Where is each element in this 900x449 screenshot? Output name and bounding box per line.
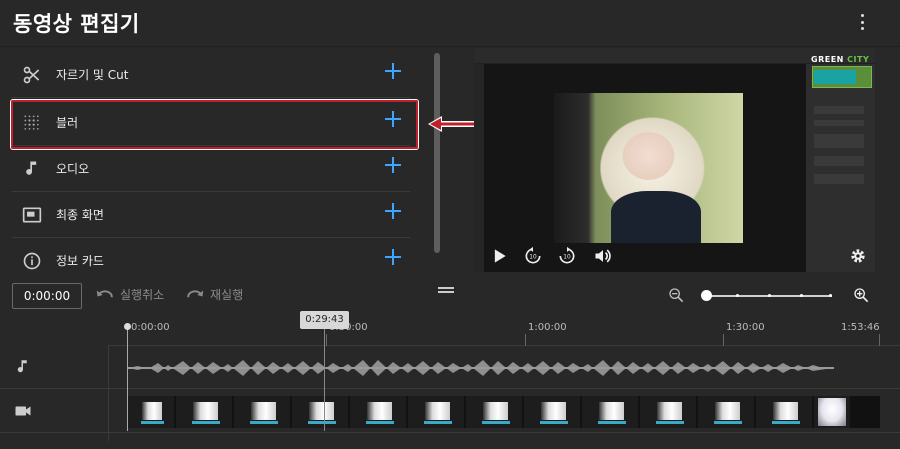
video-thumbnail-strip[interactable] [128,396,880,428]
add-trim-button[interactable] [384,62,402,80]
zoom-in-icon[interactable] [853,287,869,303]
video-preview[interactable]: GREEN CITY 10 10 [474,48,875,272]
playhead[interactable] [124,323,131,431]
pointer-arrow-icon [428,116,476,132]
redo-button[interactable]: 재실행 [186,286,243,303]
video-track-icon [15,406,31,416]
current-time-field[interactable]: 0:00:00 [12,283,82,309]
audio-track-icon [17,360,27,373]
forward-10-icon[interactable]: 10 [557,246,577,266]
editor-header: 동영상 편집기 [0,0,900,47]
tick-label: 1:30:00 [726,322,765,333]
tick-label: 0:00:00 [131,322,170,333]
settings-gear-icon[interactable] [848,246,868,266]
redo-label: 재실행 [210,288,244,302]
volume-icon[interactable] [593,246,613,266]
undo-icon [96,289,113,297]
tool-item-label: 정보 카드 [56,254,104,268]
redo-icon [187,289,204,297]
tool-item-audio[interactable]: 오디오 [12,146,410,192]
tick-label: 1:00:00 [528,322,567,333]
tool-item-trim[interactable]: 자르기 및 Cut [12,52,410,98]
more-dot-icon [860,27,864,30]
rewind-10-icon[interactable]: 10 [523,246,543,266]
add-end-screen-button[interactable] [384,202,402,220]
zoom-slider-track[interactable] [706,294,832,297]
preview-side-tools [474,64,484,272]
brand-logo: GREEN CITY [811,55,870,64]
info-icon [23,252,41,270]
add-info-card-button[interactable] [384,248,402,266]
timeline-ruler[interactable]: 0:00:00 0:30:00 1:00:00 1:30:00 1:53:46 [108,318,900,346]
panel-scrollbar[interactable] [434,53,440,253]
tick-label: 1:53:46 [841,322,880,333]
tool-item-info-cards[interactable]: 정보 카드 [12,238,410,272]
timeline-toolbar: 0:00:00 실행취소 재실행 [0,272,900,318]
timeline[interactable]: 0:00:00 0:30:00 1:00:00 1:30:00 1:53:46 [0,311,900,449]
tool-item-label: 자르기 및 Cut [56,68,129,82]
page-title: 동영상 편집기 [13,12,140,36]
preview-photo [554,93,743,243]
player-controls: 10 10 [474,244,875,272]
audio-waveform[interactable] [128,350,834,386]
svg-text:10: 10 [563,255,571,261]
undo-button[interactable]: 실행취소 [96,286,164,303]
panel-resize-handle[interactable] [438,287,454,293]
play-icon[interactable] [489,246,509,266]
end-screen-icon [22,207,42,223]
more-dot-icon [860,20,864,24]
more-options-button[interactable] [854,12,870,32]
hover-time-line [324,328,325,431]
tool-item-label: 오디오 [56,162,90,176]
music-note-icon [26,161,37,175]
logo-badge [814,70,856,84]
undo-label: 실행취소 [120,288,165,302]
svg-text:10: 10 [529,255,537,261]
more-dot-icon [860,14,864,17]
editor-tool-list: 자르기 및 Cut 블러 오디오 최종 화면 정보 카드 [0,48,445,272]
tool-item-end-screen[interactable]: 최종 화면 [12,192,410,238]
highlight-box [11,100,418,149]
tool-item-label: 최종 화면 [56,208,104,222]
zoom-slider-thumb[interactable] [701,290,712,301]
hover-time-label: 0:29:43 [300,311,349,329]
preview-side-panel [806,64,875,272]
scissors-icon [23,66,40,84]
zoom-out-icon[interactable] [668,287,684,303]
add-audio-button[interactable] [384,156,402,174]
